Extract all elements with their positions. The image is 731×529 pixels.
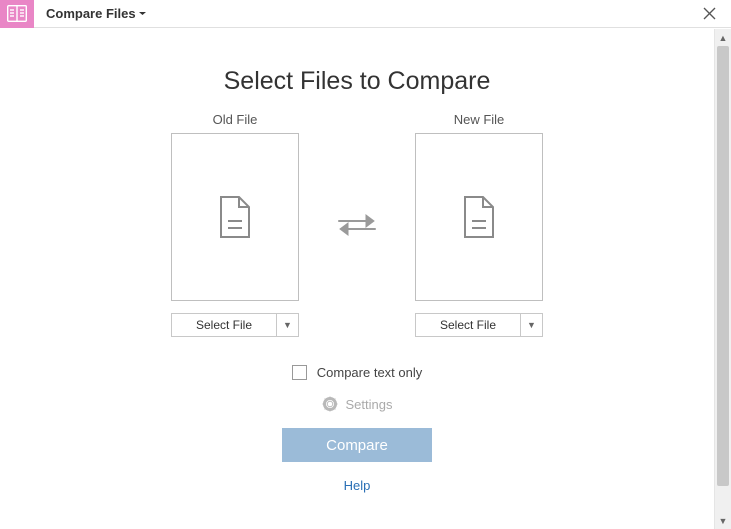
document-icon [461,195,497,239]
content-area: Select Files to Compare Old File Select … [0,29,714,529]
titlebar: Compare Files [0,0,731,28]
title-dropdown[interactable]: Compare Files [34,6,147,21]
compare-text-only-label: Compare text only [317,365,423,380]
scroll-up-button[interactable]: ▲ [715,29,731,46]
old-file-select-button[interactable]: Select File [171,313,277,337]
file-panes: Old File Select File ▼ New File Select F… [0,112,714,337]
gear-icon [322,396,338,412]
window-title: Compare Files [46,6,136,21]
checkbox-icon [292,365,307,380]
scroll-down-button[interactable]: ▼ [715,512,731,529]
new-file-select-button[interactable]: Select File [415,313,521,337]
compare-button[interactable]: Compare [282,428,432,462]
page-title: Select Files to Compare [0,67,714,96]
compare-text-only-checkbox[interactable]: Compare text only [292,365,423,380]
help-link[interactable]: Help [344,478,371,493]
settings-label: Settings [346,397,393,412]
new-file-dropzone[interactable] [415,133,543,301]
chevron-down-icon [138,9,147,18]
options-area: Compare text only Settings Compare Help [0,365,714,493]
new-file-label: New File [454,112,505,127]
new-file-select-dropdown[interactable]: ▼ [521,313,543,337]
old-file-dropzone[interactable] [171,133,299,301]
old-file-pane: Old File Select File ▼ [171,112,299,337]
old-file-label: Old File [213,112,258,127]
new-file-select-row: Select File ▼ [415,313,543,337]
document-icon [217,195,253,239]
app-icon [0,0,34,28]
new-file-pane: New File Select File ▼ [415,112,543,337]
swap-arrows-icon[interactable] [337,212,377,238]
settings-button[interactable]: Settings [322,396,393,412]
scroll-thumb[interactable] [717,46,729,486]
old-file-select-row: Select File ▼ [171,313,299,337]
vertical-scrollbar[interactable]: ▲ ▼ [714,29,731,529]
old-file-select-dropdown[interactable]: ▼ [277,313,299,337]
close-button[interactable] [699,4,719,24]
